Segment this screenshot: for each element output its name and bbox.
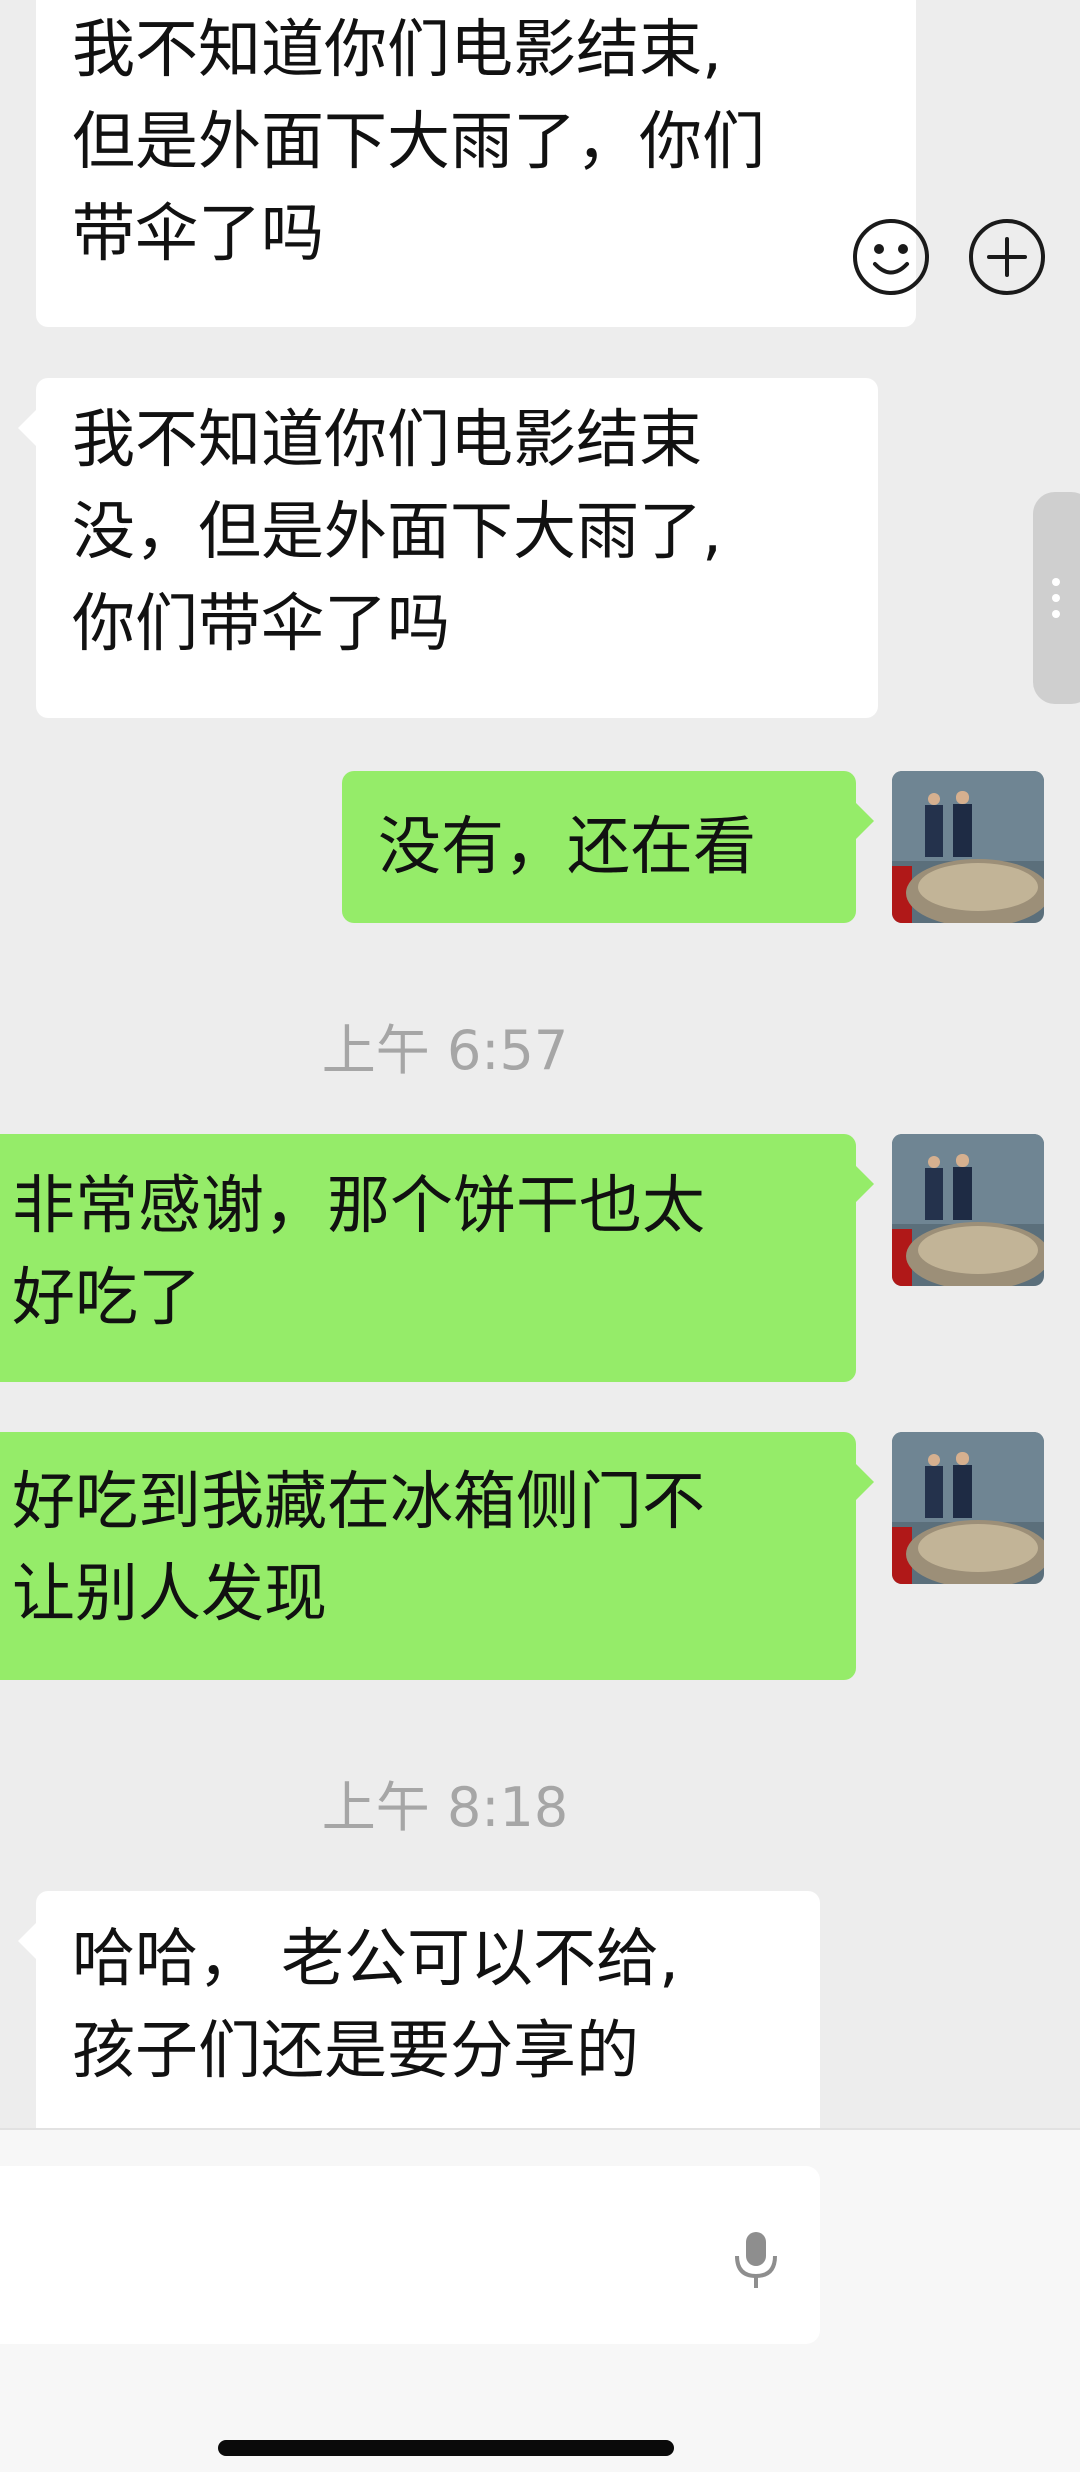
message-line: 让别人发现 [12, 1557, 327, 1630]
bubble-tail [856, 803, 874, 839]
plus-circle-icon[interactable] [967, 217, 1047, 301]
smiley-face-icon[interactable] [851, 217, 931, 301]
chat-input-bar [0, 2128, 1080, 2472]
bubble-tail [856, 1166, 874, 1202]
message-line: 好吃了 [12, 1261, 201, 1334]
handle-dot [1052, 610, 1060, 618]
my-avatar[interactable] [892, 1432, 1044, 1584]
message-line: 没，但是外面下大雨了, [72, 495, 723, 568]
outgoing-message-bubble[interactable]: 没有，还在看 [342, 771, 874, 923]
message-line: 但是外面下大雨了，你们 [72, 105, 765, 178]
bubble-tail [18, 410, 36, 446]
outgoing-message-bubble[interactable]: 好吃到我藏在冰箱侧门不 让别人发现 [0, 1432, 874, 1680]
handle-dot [1052, 594, 1060, 602]
message-line: 你们带伞了吗 [72, 587, 450, 660]
home-indicator[interactable] [218, 2440, 674, 2456]
message-line: 没有，还在看 [378, 810, 756, 883]
incoming-message-bubble[interactable]: 我不知道你们电影结束, 但是外面下大雨了，你们 带伞了吗 [36, 0, 916, 327]
message-line: 好吃到我藏在冰箱侧门不 [12, 1465, 705, 1538]
message-line: 哈哈， 老公可以不给, [72, 1922, 680, 1995]
message-line: 我不知道你们电影结束 [72, 403, 702, 476]
message-input-box[interactable] [0, 2166, 820, 2346]
my-avatar[interactable] [892, 1134, 1044, 1286]
message-line: 非常感谢，那个饼干也太 [12, 1169, 705, 1242]
message-line: 我不知道你们电影结束, [72, 13, 723, 86]
timestamp: 上午 6:57 [321, 1019, 569, 1082]
outgoing-message-bubble[interactable]: 非常感谢，那个饼干也太 好吃了 [0, 1134, 874, 1382]
bubble-tail [18, 1923, 36, 1959]
message-input[interactable] [24, 2166, 688, 2346]
chat-screen: 我不知道你们电影结束, 但是外面下大雨了，你们 带伞了吗 我不知道你们电影结束 … [0, 0, 1080, 2472]
incoming-message-bubble[interactable]: 哈哈， 老公可以不给, 孩子们还是要分享的 [18, 1891, 820, 2151]
microphone-icon[interactable] [732, 2230, 780, 2296]
bubble-tail [856, 1464, 874, 1500]
incoming-message-bubble[interactable]: 我不知道你们电影结束 没，但是外面下大雨了, 你们带伞了吗 [18, 378, 878, 718]
my-avatar[interactable] [892, 771, 1044, 923]
message-line: 孩子们还是要分享的 [72, 2014, 639, 2087]
handle-dot [1052, 578, 1060, 586]
message-line: 带伞了吗 [72, 197, 324, 270]
timestamp: 上午 8:18 [321, 1776, 569, 1839]
side-drawer-handle[interactable] [1033, 492, 1080, 704]
